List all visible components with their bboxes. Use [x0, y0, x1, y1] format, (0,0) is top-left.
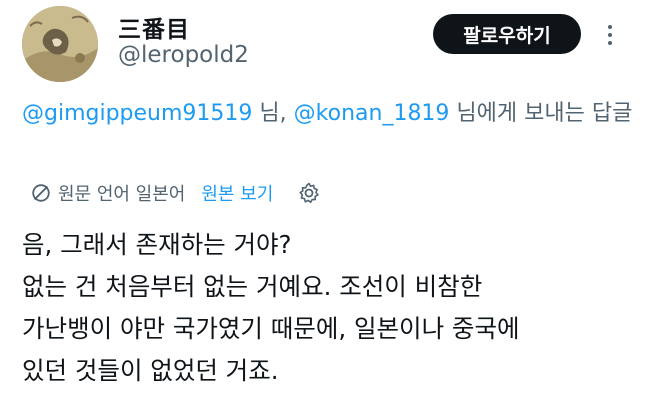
tweet-line: 없는 건 처음부터 없는 거예요. 조선이 비참한	[22, 272, 483, 301]
show-original-link[interactable]: 원본 보기	[201, 180, 273, 206]
tweet-line: 가난뱅이 야만 국가였기 때문에, 일본이나 중국에	[22, 314, 520, 343]
follow-button[interactable]: 팔로우하기	[433, 14, 581, 54]
mention-link[interactable]: @konan_1819	[294, 101, 450, 126]
reply-context: @gimgippeum91519 님, @konan_1819 님에게 보내는 …	[22, 96, 634, 132]
display-name[interactable]: 三番目	[118, 10, 190, 44]
follow-button-label: 팔로우하기	[463, 24, 551, 47]
avatar-painting-icon	[22, 6, 98, 82]
tweet-line: 있던 것들이 없었던 거죠.	[22, 356, 279, 385]
translation-label: 원문 언어 일본어	[58, 184, 186, 205]
avatar[interactable]	[22, 6, 98, 82]
user-handle[interactable]: @leropold2	[118, 42, 249, 68]
tweet-text: 음, 그래서 존재하는 거야? 없는 건 처음부터 없는 거예요. 조선이 비참…	[22, 224, 634, 392]
mention-link[interactable]: @gimgippeum91519	[22, 101, 252, 126]
tweet-line: 음, 그래서 존재하는 거야?	[22, 230, 292, 259]
reply-separator: 님,	[252, 101, 294, 126]
gear-icon[interactable]	[297, 181, 321, 205]
reply-suffix: 님에게 보내는 답글	[449, 101, 633, 126]
more-options-icon[interactable]	[602, 20, 618, 50]
translate-globe-icon	[32, 184, 50, 202]
translation-bar: 원문 언어 일본어 원본 보기	[30, 178, 321, 208]
